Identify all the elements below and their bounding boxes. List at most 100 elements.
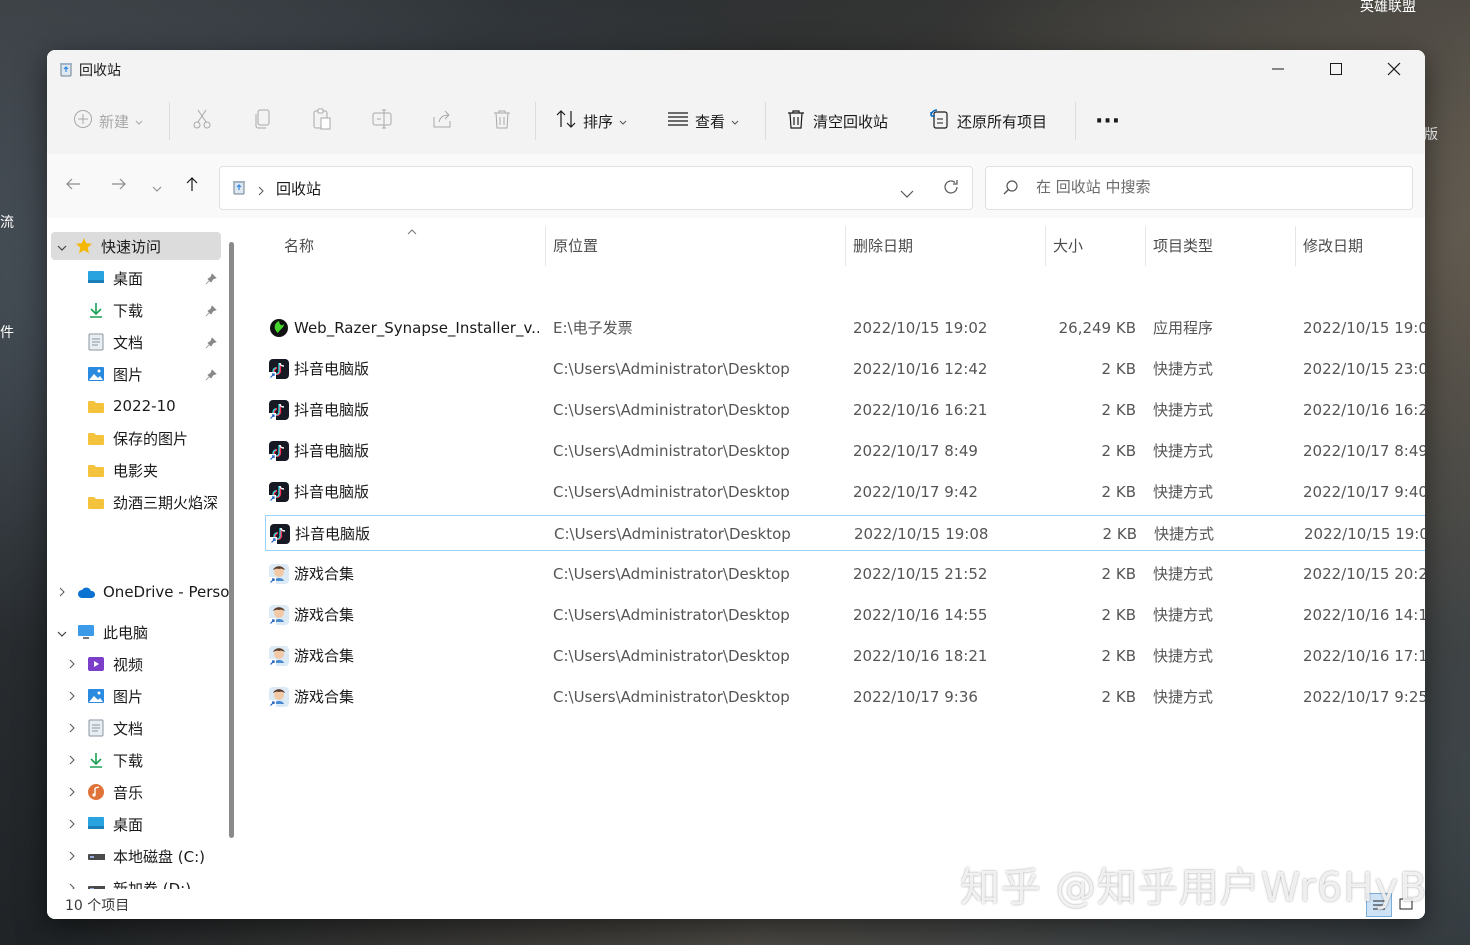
minimize-button[interactable]: [1249, 50, 1307, 88]
command-bar: 新建 排序 查看 清空回收站 还原所有项目 ···: [47, 88, 1425, 155]
sidebar-item-this-pc[interactable]: 此电脑: [47, 618, 221, 646]
column-header-size[interactable]: 大小: [1053, 228, 1083, 262]
desktop-label[interactable]: 英雄联盟: [1360, 0, 1416, 16]
table-row[interactable]: 抖音电脑版 C:\Users\Administrator\Desktop 2022/…: [265, 515, 1425, 551]
sidebar-item-quick-access[interactable]: 快速访问: [51, 232, 221, 260]
column-divider[interactable]: [1045, 226, 1046, 266]
column-header-origin[interactable]: 原位置: [553, 228, 598, 262]
file-type: 快捷方式: [1153, 688, 1214, 706]
sidebar-item-pc-2[interactable]: 文档: [47, 714, 221, 742]
sidebar-item-pc-6[interactable]: 本地磁盘 (C:): [47, 842, 221, 870]
chevron-right-icon[interactable]: [69, 655, 75, 673]
column-divider[interactable]: [545, 226, 546, 266]
back-button[interactable]: [61, 174, 85, 198]
pin-icon[interactable]: [205, 335, 217, 353]
sort-icon: [555, 108, 577, 134]
sidebar-item-quick-2[interactable]: 文档: [47, 328, 221, 356]
table-row[interactable]: 游戏合集 C:\Users\Administrator\Desktop 2022/1…: [265, 679, 1425, 715]
up-button[interactable]: [180, 174, 204, 198]
sidebar-item-pc-1[interactable]: 图片: [47, 682, 221, 710]
chevron-down-icon[interactable]: [57, 237, 67, 255]
file-modified: 2022/10/15 20:20: [1303, 565, 1425, 583]
table-row[interactable]: 游戏合集 C:\Users\Administrator\Desktop 2022/1…: [265, 556, 1425, 592]
sidebar-item-pc-3[interactable]: 下载: [47, 746, 221, 774]
search-input[interactable]: [1034, 177, 1398, 197]
more-options-button[interactable]: ···: [1095, 88, 1120, 154]
table-row[interactable]: 抖音电脑版 C:\Users\Administrator\Desktop 2022/…: [265, 351, 1425, 387]
file-origin: C:\Users\Administrator\Desktop: [553, 401, 790, 419]
view-label: 查看: [695, 112, 726, 131]
chevron-down-icon[interactable]: [57, 623, 67, 641]
plus-circle-icon: [73, 109, 93, 133]
column-header-type[interactable]: 项目类型: [1153, 228, 1213, 262]
sidebar-item-pc-5[interactable]: 桌面: [47, 810, 221, 838]
view-button[interactable]: 查看: [667, 88, 739, 154]
close-button[interactable]: [1365, 50, 1423, 88]
chevron-right-icon[interactable]: [69, 879, 75, 889]
column-divider[interactable]: [1295, 226, 1296, 266]
column-divider[interactable]: [1145, 226, 1146, 266]
paste-button[interactable]: [311, 88, 333, 154]
file-type: 快捷方式: [1153, 647, 1214, 665]
recent-locations-button[interactable]: [145, 174, 169, 198]
cut-button[interactable]: [191, 88, 213, 154]
sidebar-item-quick-4[interactable]: 2022-10: [47, 392, 221, 420]
sidebar-item-quick-1[interactable]: 下载: [47, 296, 221, 324]
rename-button[interactable]: [371, 88, 393, 154]
star-icon: [75, 237, 93, 255]
breadcrumb[interactable]: 回收站: [276, 178, 321, 199]
new-button[interactable]: 新建: [73, 88, 143, 154]
maximize-button[interactable]: [1307, 50, 1365, 88]
delete-button[interactable]: [491, 88, 513, 154]
share-button[interactable]: [431, 88, 453, 154]
pin-icon[interactable]: [205, 271, 217, 289]
refresh-icon[interactable]: [942, 178, 960, 200]
sidebar-scrollbar[interactable]: [229, 242, 234, 838]
forward-button[interactable]: [107, 174, 131, 198]
file-name: 游戏合集: [294, 688, 355, 706]
column-header-name[interactable]: 名称: [284, 228, 314, 262]
table-row[interactable]: 游戏合集 C:\Users\Administrator\Desktop 2022/1…: [265, 638, 1425, 674]
sidebar-item-quick-0[interactable]: 桌面: [47, 264, 221, 292]
arrow-up-icon: [184, 176, 200, 196]
table-row[interactable]: Web_Razer_Synapse_Installer_v... E:\电子发票 2…: [265, 310, 1425, 346]
table-row[interactable]: 抖音电脑版 C:\Users\Administrator\Desktop 2022/…: [265, 392, 1425, 428]
column-divider[interactable]: [845, 226, 846, 266]
chevron-right-icon[interactable]: [69, 687, 75, 705]
sidebar-item-onedrive[interactable]: OneDrive - Perso: [47, 578, 229, 606]
chevron-right-icon[interactable]: [69, 847, 75, 865]
column-header-deleted[interactable]: 删除日期: [853, 228, 913, 262]
sidebar-item-pc-7[interactable]: 新加卷 (D:): [47, 874, 221, 889]
sort-button[interactable]: 排序: [555, 88, 627, 154]
column-header-modified[interactable]: 修改日期: [1303, 228, 1363, 262]
chevron-right-icon[interactable]: [69, 783, 75, 801]
sidebar-item-quick-5[interactable]: 保存的图片: [47, 424, 221, 452]
restore-all-button[interactable]: 还原所有项目: [929, 88, 1047, 154]
chevron-right-icon[interactable]: [59, 583, 65, 601]
chevron-down-icon[interactable]: [900, 183, 914, 202]
sidebar-item-quick-3[interactable]: 图片: [47, 360, 221, 388]
file-origin: C:\Users\Administrator\Desktop: [553, 688, 790, 706]
sidebar-item-label: 快速访问: [101, 237, 162, 256]
address-bar[interactable]: 回收站: [219, 166, 973, 210]
search-box[interactable]: [985, 166, 1413, 210]
sidebar-item-pc-0[interactable]: 视频: [47, 650, 221, 678]
chevron-right-icon[interactable]: [69, 719, 75, 737]
table-row[interactable]: 抖音电脑版 C:\Users\Administrator\Desktop 2022/…: [265, 474, 1425, 510]
file-origin: C:\Users\Administrator\Desktop: [553, 606, 790, 624]
chevron-right-icon[interactable]: [69, 751, 75, 769]
pin-icon[interactable]: [205, 303, 217, 321]
table-row[interactable]: 抖音电脑版 C:\Users\Administrator\Desktop 2022/…: [265, 433, 1425, 469]
empty-recycle-bin-button[interactable]: 清空回收站: [785, 88, 888, 154]
douyin-shortcut-icon: [269, 482, 289, 502]
pin-icon[interactable]: [205, 367, 217, 385]
desktop-edge-text: 版: [1424, 127, 1438, 143]
sidebar-item-quick-7[interactable]: 劲酒三期火焰深: [47, 488, 221, 516]
sidebar-item-quick-6[interactable]: 电影夹: [47, 456, 221, 484]
chevron-right-icon[interactable]: [69, 815, 75, 833]
file-modified: 2022/10/15 19:02: [1303, 319, 1425, 337]
copy-button[interactable]: [252, 88, 274, 154]
table-row[interactable]: 游戏合集 C:\Users\Administrator\Desktop 2022/1…: [265, 597, 1425, 633]
chevron-down-icon: [731, 112, 739, 130]
sidebar-item-pc-4[interactable]: 音乐: [47, 778, 221, 806]
